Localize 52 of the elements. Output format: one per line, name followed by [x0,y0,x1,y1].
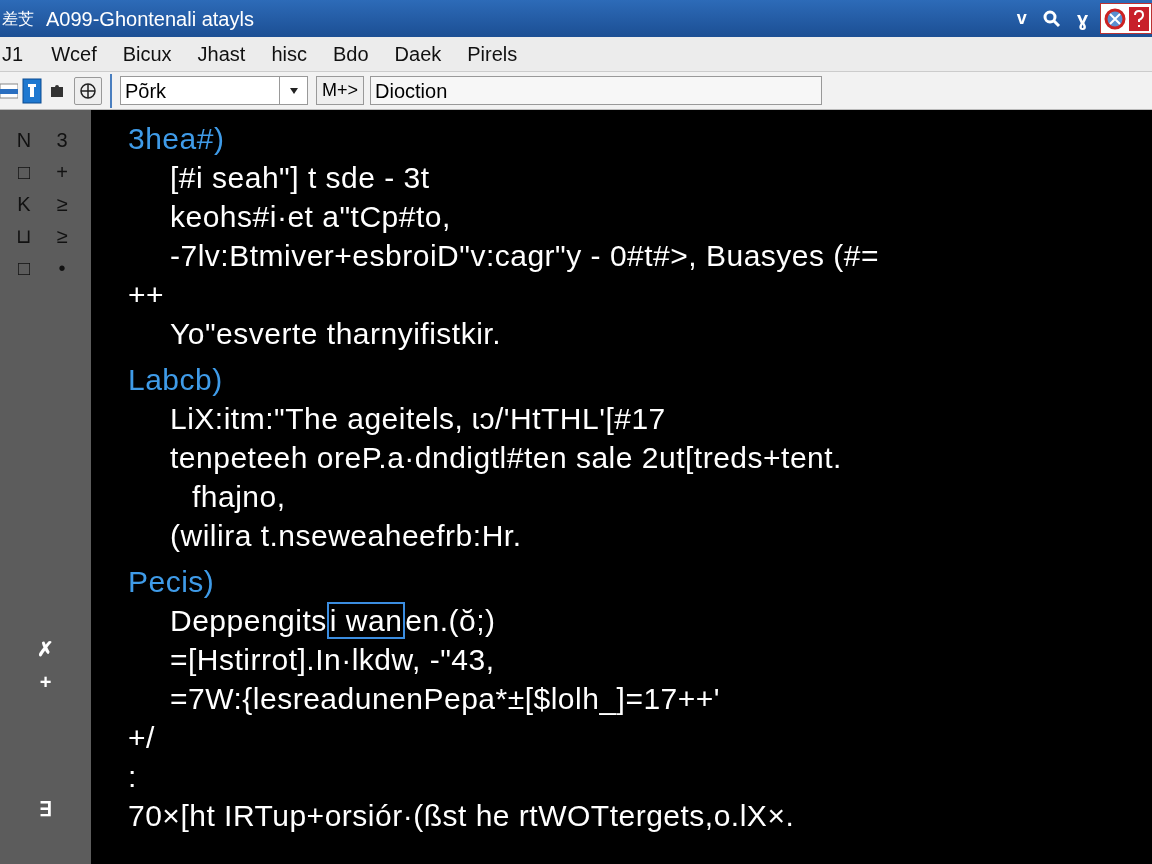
gutter-glyph: ≥ [55,192,69,217]
gutter-glyph: □ [16,256,32,281]
menu-item[interactable]: Wcef [51,39,97,69]
combo-box[interactable]: Põrk [120,76,308,105]
gutter-marker: + [38,670,53,695]
menu-item[interactable]: Jhast [197,39,246,69]
pin-button[interactable]: ɣ [1068,3,1096,34]
gutter-glyph: ⊔ [15,224,33,249]
code-line: =[Hstirrot].In·lkdw, -"43, [170,641,495,678]
add-button[interactable] [74,76,102,105]
search-icon[interactable] [1042,9,1061,28]
help-icon[interactable] [1128,6,1149,31]
section-heading: 3hea#) [128,121,225,157]
code-line: LiX:itm:"The ageitels, ɩɔ/'HtTHL'[#17 [170,400,666,437]
caret-icon [289,87,298,94]
code-line: Yo"esverte tharnyifistkir. [170,315,502,352]
menu-item[interactable]: Daek [394,39,442,69]
menu-item[interactable]: Bicux [122,39,172,69]
code-line: =7W:{lesreadunenPepa*±[$lolh_]=17++' [170,680,721,717]
gutter-glyph: ≥ [55,224,69,249]
code-line: [#i seah"] t sde - 3t [170,159,430,196]
gutter-glyph: + [55,160,69,185]
document-icon[interactable] [22,77,42,104]
gutter-glyph: • [57,256,67,281]
gutter-glyph: K [16,192,32,217]
code-line: ++ [128,276,165,313]
section-heading: Labcb) [128,362,223,398]
code-line: tenpeteeh oreP.a·dndigtl#ten sale 2ut[treds+tent. [170,439,842,476]
gutter-glyph: 3 [55,128,69,153]
dropdown-button[interactable]: v [1008,5,1035,32]
section-heading: Pecis) [128,564,215,600]
toolbar-button[interactable]: M+> [316,76,365,105]
code-line: 70×[ht IRTup+orsiór·(ßst he rtWOTtergets,o.lX×. [128,797,795,834]
code-line: (wilira t.nseweaheefrb:Hr. [170,517,522,554]
menu-item[interactable]: J1 [2,39,24,69]
crosshair-icon [79,81,97,100]
menu-item[interactable]: Pirels [467,39,518,69]
code-line: +/ [128,719,155,756]
code-line: Deppengitsi wanen.(ŏ;) [170,601,496,640]
gutter-glyph: □ [16,160,32,185]
code-line: keohs#i·et a"tCp#to, [170,198,451,235]
text-field[interactable]: Dioction [370,76,823,105]
code-line: fhajno, [192,478,286,515]
gutter-marker: ✗ [36,636,55,662]
code-line: -7lv:Btmiver+esbroiD"v:cagr"y - 0#t#>, Buasyes (#= [170,237,880,274]
code-line: : [128,758,137,795]
menu-item[interactable]: hisc [271,39,307,69]
window-title: A099-Ghontenali atayls [46,6,254,32]
app-glyph: 差芠 [2,8,34,29]
gutter-marker: ∃ [38,797,53,822]
menu-item[interactable]: Bdo [333,39,369,69]
gutter-glyph: Ν [15,128,33,153]
